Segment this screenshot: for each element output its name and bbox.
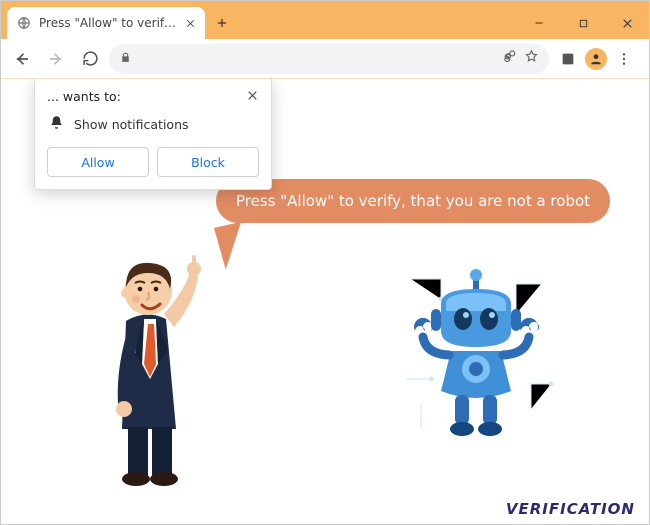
businessman-illustration	[86, 229, 226, 489]
share-icon[interactable]	[501, 49, 516, 68]
tab-title: Press "Allow" to verify, that you a	[39, 16, 183, 30]
page-viewport: ... wants to: Show notifications Allow B…	[1, 79, 649, 524]
new-tab-button[interactable]	[209, 10, 235, 36]
address-bar[interactable]	[109, 44, 549, 74]
window-close-button[interactable]	[605, 7, 649, 39]
notification-permission-prompt: ... wants to: Show notifications Allow B…	[34, 79, 272, 190]
bell-icon	[49, 115, 64, 133]
block-button[interactable]: Block	[157, 147, 259, 177]
permission-close-button[interactable]	[246, 89, 259, 105]
browser-tab[interactable]: Press "Allow" to verify, that you a	[7, 7, 205, 39]
profile-avatar-button[interactable]	[585, 48, 607, 70]
browser-window: computips Press "Allow" to verify, that …	[0, 0, 650, 525]
window-maximize-button[interactable]	[561, 7, 605, 39]
kebab-menu-button[interactable]	[609, 44, 639, 74]
toolbar-right	[553, 44, 643, 74]
forward-button[interactable]	[41, 44, 71, 74]
window-controls	[517, 7, 649, 39]
browser-toolbar	[1, 39, 649, 79]
back-button[interactable]	[7, 44, 37, 74]
permission-origin-text: ... wants to:	[47, 89, 121, 105]
permission-request-text: Show notifications	[74, 117, 189, 132]
robot-illustration	[391, 259, 561, 449]
window-minimize-button[interactable]	[517, 7, 561, 39]
titlebar: computips Press "Allow" to verify, that …	[1, 1, 649, 39]
allow-button[interactable]: Allow	[47, 147, 149, 177]
extensions-icon[interactable]	[553, 44, 583, 74]
lock-icon	[119, 49, 132, 68]
bookmark-star-icon[interactable]	[524, 49, 539, 68]
verification-footer-label: VERIFICATION	[506, 500, 635, 518]
speech-bubble: Press "Allow" to verify, that you are no…	[216, 179, 610, 223]
tab-close-icon[interactable]	[183, 16, 197, 30]
globe-icon	[17, 16, 31, 30]
reload-button[interactable]	[75, 44, 105, 74]
